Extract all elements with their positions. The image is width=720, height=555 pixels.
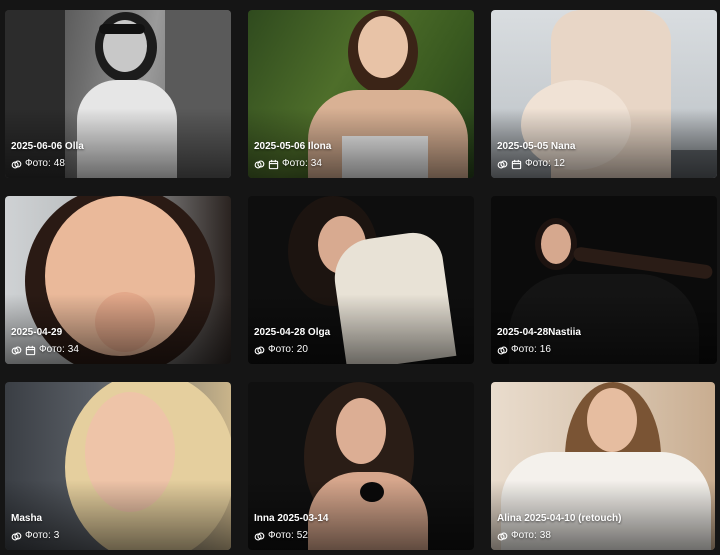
photo-count: 48 xyxy=(53,158,65,169)
photo-count: 38 xyxy=(539,530,551,541)
photo-count-label: Фото: xyxy=(25,158,51,169)
photo-count: 12 xyxy=(553,158,565,169)
album-title: 2025-05-06 Ilona xyxy=(254,141,332,152)
photo-count: 34 xyxy=(67,344,79,355)
album-caption: Masha Фото: 3 xyxy=(11,513,225,542)
album-caption: 2025-04-28Nastiia Фото: 16 xyxy=(497,327,711,356)
linked-photos-icon xyxy=(497,160,508,168)
linked-photos-icon xyxy=(11,160,22,168)
album-meta: Фото: 20 xyxy=(254,344,468,356)
photo-count-label: Фото: xyxy=(39,344,65,355)
album-title: 2025-05-05 Nana xyxy=(497,141,576,152)
album-title: Alina 2025-04-10 (retouch) xyxy=(497,513,622,524)
album-card[interactable]: 2025-04-28 Olga Фото: 20 xyxy=(248,196,474,364)
album-card[interactable]: 2025-06-06 Olla Фото: 48 xyxy=(5,10,231,178)
linked-photos-icon xyxy=(11,532,22,540)
linked-photos-icon xyxy=(497,532,508,540)
photo-count: 20 xyxy=(296,344,308,355)
calendar-icon xyxy=(268,159,279,169)
album-grid: 2025-06-06 Olla Фото: 48 2025-05-06 Ilon… xyxy=(0,0,720,555)
album-meta: Фото: 34 xyxy=(11,344,225,356)
photo-count-label: Фото: xyxy=(268,344,294,355)
calendar-icon xyxy=(511,159,522,169)
photo-count-label: Фото: xyxy=(282,158,308,169)
album-meta: Фото: 16 xyxy=(497,344,711,356)
photo-count: 52 xyxy=(296,530,308,541)
photo-count-label: Фото: xyxy=(511,344,537,355)
album-card[interactable]: Inna 2025-03-14 Фото: 52 xyxy=(248,382,474,550)
linked-photos-icon xyxy=(254,346,265,354)
album-card[interactable]: 2025-04-29 Фото: 34 xyxy=(5,196,231,364)
album-card[interactable]: 2025-05-06 Ilona Фото: 34 xyxy=(248,10,474,178)
album-caption: 2025-04-28 Olga Фото: 20 xyxy=(254,327,468,356)
album-title: 2025-04-29 xyxy=(11,327,63,338)
album-caption: 2025-04-29 Фото: 34 xyxy=(11,327,225,356)
album-card[interactable]: Masha Фото: 3 xyxy=(5,382,231,550)
album-meta: Фото: 34 xyxy=(254,158,468,170)
album-caption: Alina 2025-04-10 (retouch) Фото: 38 xyxy=(497,513,709,542)
linked-photos-icon xyxy=(254,160,265,168)
album-meta: Фото: 52 xyxy=(254,530,468,542)
album-meta: Фото: 48 xyxy=(11,158,225,170)
album-card[interactable]: 2025-05-05 Nana Фото: 12 xyxy=(491,10,717,178)
photo-count: 34 xyxy=(310,158,322,169)
album-title: 2025-04-28Nastiia xyxy=(497,327,581,338)
album-caption: Inna 2025-03-14 Фото: 52 xyxy=(254,513,468,542)
linked-photos-icon xyxy=(11,346,22,354)
album-caption: 2025-05-05 Nana Фото: 12 xyxy=(497,141,711,170)
photo-count: 16 xyxy=(539,344,551,355)
album-meta: Фото: 3 xyxy=(11,530,225,542)
album-card[interactable]: Alina 2025-04-10 (retouch) Фото: 38 xyxy=(491,382,715,550)
album-meta: Фото: 38 xyxy=(497,530,709,542)
photo-count-label: Фото: xyxy=(511,530,537,541)
album-meta: Фото: 12 xyxy=(497,158,711,170)
album-title: 2025-04-28 Olga xyxy=(254,327,331,338)
album-title: 2025-06-06 Olla xyxy=(11,141,84,152)
linked-photos-icon xyxy=(254,532,265,540)
linked-photos-icon xyxy=(497,346,508,354)
photo-count-label: Фото: xyxy=(525,158,551,169)
album-title: Inna 2025-03-14 xyxy=(254,513,329,524)
album-title: Masha xyxy=(11,513,43,524)
photo-count-label: Фото: xyxy=(25,530,51,541)
album-caption: 2025-05-06 Ilona Фото: 34 xyxy=(254,141,468,170)
calendar-icon xyxy=(25,345,36,355)
photo-count: 3 xyxy=(53,530,60,541)
album-card[interactable]: 2025-04-28Nastiia Фото: 16 xyxy=(491,196,717,364)
photo-count-label: Фото: xyxy=(268,530,294,541)
album-caption: 2025-06-06 Olla Фото: 48 xyxy=(11,141,225,170)
